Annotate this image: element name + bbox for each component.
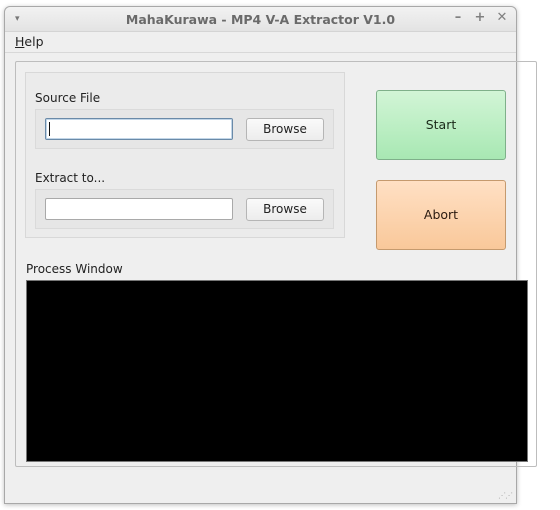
menu-help-mnemonic: H xyxy=(15,34,25,49)
app-window: ▾ MahaKurawa - MP4 V-A Extractor V1.0 – … xyxy=(4,6,537,504)
source-file-input[interactable] xyxy=(45,118,233,140)
source-file-row: Browse xyxy=(35,109,334,149)
window-controls: – + ✕ xyxy=(452,10,508,25)
text-caret xyxy=(49,122,50,136)
title-bar[interactable]: ▾ MahaKurawa - MP4 V-A Extractor V1.0 – … xyxy=(5,7,516,32)
extract-to-input[interactable] xyxy=(45,198,233,220)
window-title: MahaKurawa - MP4 V-A Extractor V1.0 xyxy=(125,12,396,27)
source-file-label: Source File xyxy=(35,91,101,105)
resize-grip-icon[interactable]: ⋰⋰ xyxy=(498,491,513,500)
close-icon[interactable]: ✕ xyxy=(496,10,508,25)
maximize-icon[interactable]: + xyxy=(474,10,486,25)
process-output-console[interactable] xyxy=(26,280,528,462)
file-selection-group: Source File Browse Extract to... Browse xyxy=(25,72,345,238)
minimize-icon[interactable]: – xyxy=(452,10,464,25)
main-frame: Source File Browse Extract to... Browse … xyxy=(15,61,537,467)
menu-bar: Help xyxy=(5,32,516,53)
extract-to-row: Browse xyxy=(35,189,334,229)
extract-to-label: Extract to... xyxy=(35,171,106,185)
source-browse-button[interactable]: Browse xyxy=(246,118,324,141)
extract-browse-button[interactable]: Browse xyxy=(246,198,324,221)
menu-help-label: elp xyxy=(24,34,44,49)
start-button[interactable]: Start xyxy=(376,90,506,160)
abort-button[interactable]: Abort xyxy=(376,180,506,250)
process-window-label: Process Window xyxy=(26,262,123,276)
menu-help[interactable]: Help xyxy=(15,34,44,49)
